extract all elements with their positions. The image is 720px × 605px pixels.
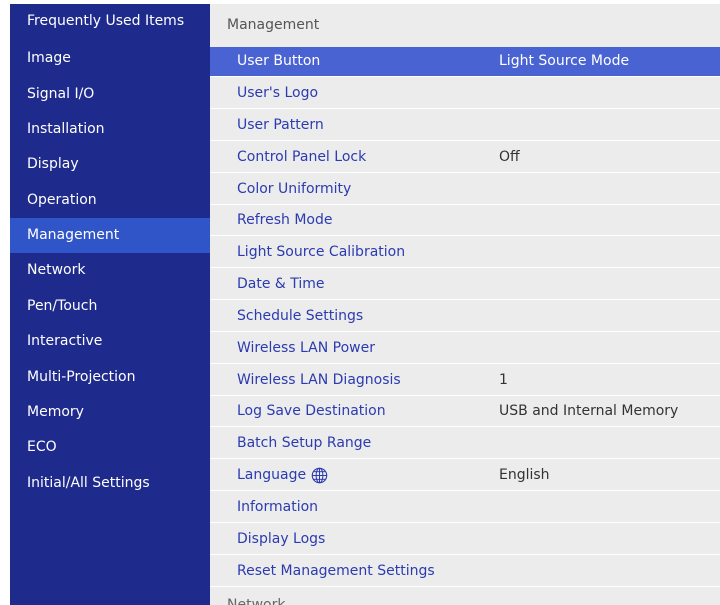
- row-label-wrap: Language: [237, 461, 328, 490]
- section-title: Management: [227, 17, 320, 33]
- row-label: Batch Setup Range: [237, 435, 372, 451]
- row-refresh-mode[interactable]: Refresh Mode: [210, 206, 720, 236]
- row-language[interactable]: Language English: [210, 461, 720, 491]
- row-label: Control Panel Lock: [237, 149, 367, 165]
- row-schedule-settings[interactable]: Schedule Settings: [210, 302, 720, 332]
- row-label: Reset Management Settings: [237, 563, 435, 579]
- sidebar-item-multi-projection[interactable]: Multi-Projection: [10, 360, 210, 395]
- sidebar-item-frequently-used-items[interactable]: Frequently Used Items: [10, 4, 210, 39]
- row-label: Refresh Mode: [237, 212, 333, 228]
- management-panel: Management User Button Light Source Mode…: [210, 4, 720, 605]
- row-user-pattern[interactable]: User Pattern: [210, 111, 720, 141]
- row-label: Date & Time: [237, 276, 325, 292]
- row-users-logo[interactable]: User's Logo: [210, 79, 720, 109]
- row-label: User Button: [237, 53, 321, 69]
- row-wireless-lan-diagnosis[interactable]: Wireless LAN Diagnosis 1: [210, 366, 720, 396]
- globe-icon: [311, 467, 328, 483]
- sidebar-item-initial-all-settings[interactable]: Initial/All Settings: [10, 466, 210, 501]
- row-user-button[interactable]: User Button Light Source Mode: [210, 47, 720, 77]
- row-label: Wireless LAN Diagnosis: [237, 372, 401, 388]
- row-value: English: [499, 467, 550, 483]
- row-log-save-destination[interactable]: Log Save Destination USB and Internal Me…: [210, 397, 720, 427]
- row-color-uniformity[interactable]: Color Uniformity: [210, 175, 720, 205]
- row-label: Log Save Destination: [237, 403, 386, 419]
- row-value: USB and Internal Memory: [499, 403, 679, 419]
- sidebar-item-interactive[interactable]: Interactive: [10, 324, 210, 359]
- row-label: Color Uniformity: [237, 181, 352, 197]
- row-batch-setup-range[interactable]: Batch Setup Range: [210, 429, 720, 459]
- row-control-panel-lock[interactable]: Control Panel Lock Off: [210, 143, 720, 173]
- sidebar: Frequently Used Items Image Signal I/O I…: [10, 4, 210, 605]
- sidebar-item-signal-io[interactable]: Signal I/O: [10, 77, 210, 112]
- sidebar-item-memory[interactable]: Memory: [10, 395, 210, 430]
- row-label: Light Source Calibration: [237, 244, 406, 260]
- row-value: Light Source Mode: [499, 53, 630, 69]
- row-reset-management-settings[interactable]: Reset Management Settings: [210, 557, 720, 587]
- sidebar-item-management[interactable]: Management: [10, 218, 210, 253]
- row-label: Schedule Settings: [237, 308, 364, 324]
- row-date-time[interactable]: Date & Time: [210, 270, 720, 300]
- row-value: 1: [499, 372, 508, 388]
- sidebar-item-eco[interactable]: ECO: [10, 430, 210, 465]
- sidebar-item-image[interactable]: Image: [10, 41, 210, 76]
- row-label: User's Logo: [237, 85, 319, 101]
- row-information[interactable]: Information: [210, 493, 720, 523]
- row-display-logs[interactable]: Display Logs: [210, 525, 720, 555]
- settings-menu: Frequently Used Items Image Signal I/O I…: [10, 4, 720, 605]
- row-label: Display Logs: [237, 531, 326, 547]
- row-light-source-calibration[interactable]: Light Source Calibration: [210, 238, 720, 268]
- row-label: Wireless LAN Power: [237, 340, 375, 356]
- row-label: Language: [237, 467, 307, 483]
- row-label: Information: [237, 499, 319, 515]
- sidebar-item-network[interactable]: Network: [10, 253, 210, 288]
- row-label: User Pattern: [237, 117, 324, 133]
- next-section-title: Network: [227, 597, 286, 605]
- row-value: Off: [499, 149, 520, 165]
- row-wireless-lan-power[interactable]: Wireless LAN Power: [210, 334, 720, 364]
- sidebar-item-operation[interactable]: Operation: [10, 183, 210, 218]
- sidebar-item-pen-touch[interactable]: Pen/Touch: [10, 289, 210, 324]
- sidebar-item-display[interactable]: Display: [10, 147, 210, 182]
- sidebar-item-installation[interactable]: Installation: [10, 112, 210, 147]
